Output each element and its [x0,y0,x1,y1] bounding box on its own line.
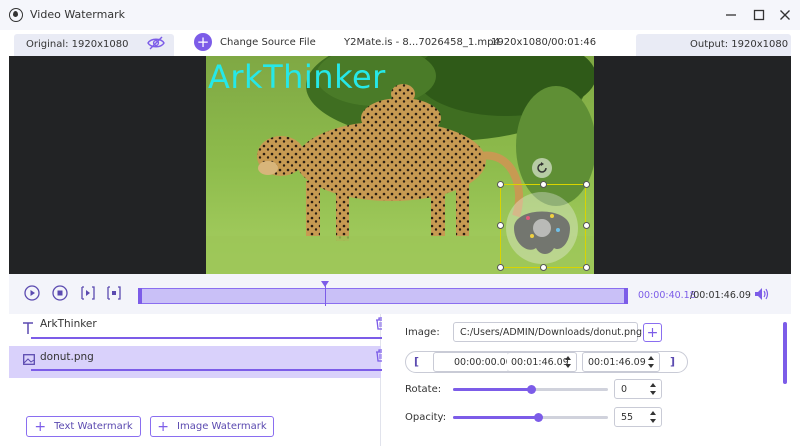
rotate-slider-knob[interactable] [527,385,536,394]
app-logo-icon [9,8,23,22]
title-bar: Video Watermark [0,0,800,30]
end-time-value: 00:01:46.09 [511,357,569,368]
toggle-original-preview[interactable] [147,36,165,53]
volume-button[interactable] [754,287,770,304]
close-icon [780,10,790,20]
next-frame-button[interactable] [80,285,96,301]
resize-handle-bottom-right[interactable] [583,264,590,271]
rotate-handle[interactable] [532,158,552,178]
next-frame-icon [81,286,95,300]
resize-handle-right[interactable] [583,222,590,229]
choose-image-button[interactable]: + [643,323,662,342]
image-path-value: C:/Users/ADMIN/Downloads/donut.png [460,326,643,338]
original-resolution: Original: 1920x1080 [26,39,129,50]
image-label: Image: [405,327,440,338]
trim-start-handle[interactable] [138,288,142,304]
output-resolution: Output: 1920x1080 [690,39,789,50]
stop-icon [52,285,68,301]
play-button[interactable] [24,285,40,301]
settings-scrollbar[interactable] [783,322,787,384]
set-end-button[interactable]: ] [670,355,675,368]
plus-icon: + [34,418,47,435]
resize-handle-top-left[interactable] [497,181,504,188]
resize-handle-top[interactable] [540,181,547,188]
watermark-item-label: donut.png [40,351,94,363]
volume-icon [755,288,769,300]
window-title: Video Watermark [30,8,125,21]
opacity-value-field[interactable]: 55 [614,407,662,427]
close-button[interactable] [776,6,794,24]
watermark-list-item-image[interactable]: donut.png [9,346,386,378]
source-file-name: Y2Mate.is - 8...7026458_1.mp4 [344,37,500,48]
opacity-spinner[interactable] [649,409,658,425]
item-underline [31,369,385,371]
watermark-item-label: ArkThinker [40,318,97,330]
change-source-button[interactable]: + [194,33,212,51]
end-time-spinner[interactable] [564,354,573,370]
duration-value: 00:01:46.09 [588,357,646,368]
duration-field[interactable]: 00:01:46.09 [582,352,660,372]
plus-icon: + [157,418,170,435]
play-icon [24,285,40,301]
resize-handle-top-right[interactable] [583,181,590,188]
stop-button[interactable] [52,285,68,301]
eye-slash-icon [147,36,165,50]
current-time: 00:00:40.18 [638,290,696,301]
playhead-marker[interactable] [321,281,329,287]
image-path-field[interactable]: C:/Users/ADMIN/Downloads/donut.png [453,322,642,342]
change-source-label[interactable]: Change Source File [220,37,316,48]
set-start-button[interactable]: [ [414,355,419,368]
duration-spinner[interactable] [647,354,656,370]
add-image-watermark-label: Image Watermark [177,421,267,432]
loop-button[interactable] [106,285,122,301]
resize-handle-bottom[interactable] [540,264,547,271]
add-image-watermark-button[interactable]: + Image Watermark [150,416,274,437]
rotate-label: Rotate: [405,384,442,395]
maximize-icon [753,9,765,21]
minimize-button[interactable] [722,6,740,24]
end-time-field[interactable]: 00:01:46.09 [507,352,577,372]
rotate-spinner[interactable] [649,381,658,397]
watermark-list-item-text[interactable]: ArkThinker [9,314,386,346]
opacity-value: 55 [621,411,634,423]
rotate-icon [537,162,547,173]
loop-icon [107,286,121,300]
rotate-value-field[interactable]: 0 [614,379,662,399]
total-time: /00:01:46.09 [690,290,751,301]
maximize-button[interactable] [750,6,768,24]
source-file-meta: 1920x1080/00:01:46 [491,37,597,48]
add-text-watermark-label: Text Watermark [54,421,133,432]
text-icon [23,322,33,337]
opacity-label: Opacity: [405,412,447,423]
text-watermark-preview[interactable]: ArkThinker [208,58,386,96]
image-icon [23,354,35,368]
resize-handle-bottom-left[interactable] [497,264,504,271]
opacity-slider-fill [453,416,538,419]
resize-handle-left[interactable] [497,222,504,229]
trim-end-handle[interactable] [624,288,628,304]
timeline-track[interactable] [138,288,628,304]
image-watermark-selection-box[interactable] [500,184,586,268]
minimize-icon [726,14,736,16]
opacity-slider-knob[interactable] [534,413,543,422]
item-underline [31,337,385,339]
rotate-slider-fill [453,388,531,391]
rotate-value: 0 [621,383,628,395]
start-time-value: 00:00:00.00 [454,357,512,368]
add-text-watermark-button[interactable]: + Text Watermark [26,416,141,437]
